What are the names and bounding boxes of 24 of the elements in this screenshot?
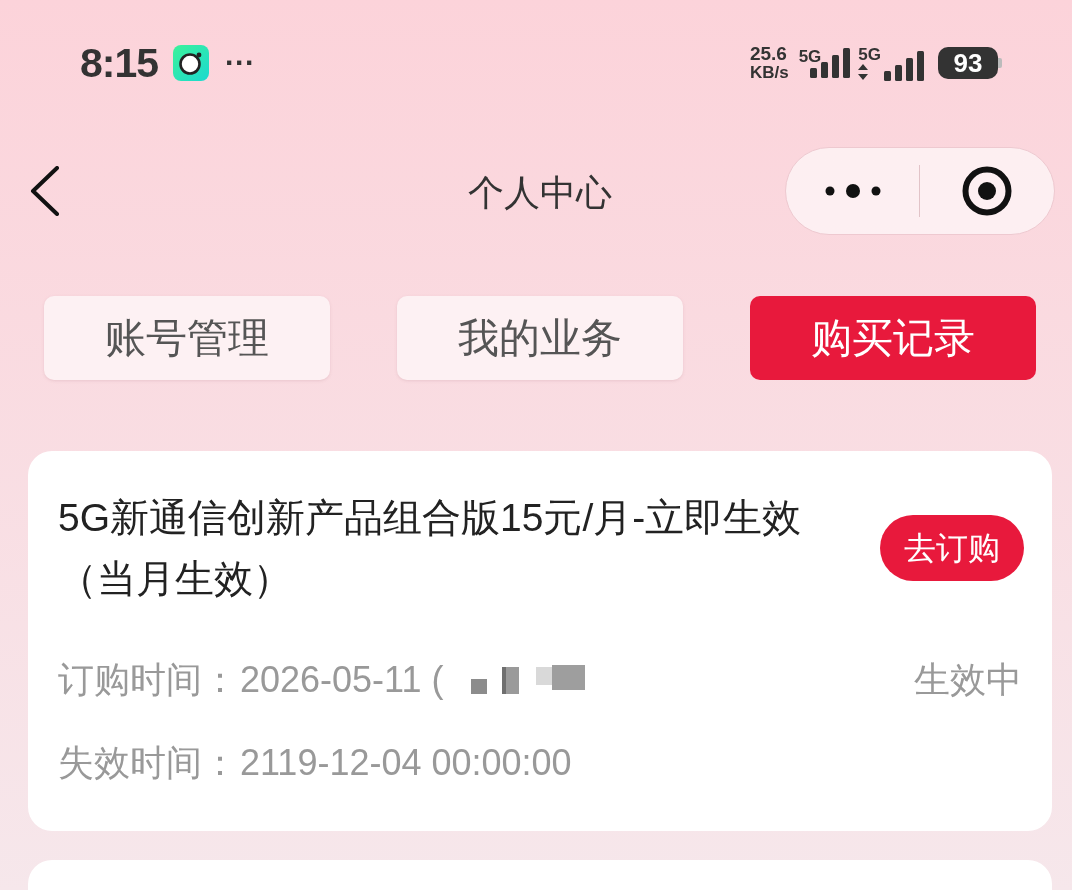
product-title: 5G新通信创新产品组合版15元/月-立即生效（当月生效） xyxy=(58,495,803,602)
more-icon xyxy=(824,184,881,198)
status-time: 8:15 xyxy=(80,42,158,84)
field-value: 2026-05-11 ( xyxy=(240,662,444,698)
tab[interactable]: 我的业务 xyxy=(397,296,683,380)
field-label: 失效时间： xyxy=(58,745,238,781)
tab[interactable]: 账号管理 xyxy=(44,296,330,380)
target-icon xyxy=(962,166,1012,216)
more-notifications: ··· xyxy=(224,48,255,78)
network-type: 5G xyxy=(858,45,881,64)
order-button[interactable]: 去订购 xyxy=(880,515,1024,581)
battery-indicator: 93 xyxy=(938,47,1002,79)
field-label: 订购时间： xyxy=(58,662,238,698)
field-value: 2119-12-04 00:00:00 xyxy=(240,745,572,781)
status-label: 生效中 xyxy=(914,662,1022,698)
signal-icon xyxy=(884,50,924,81)
tab[interactable]: 购买记录 xyxy=(750,296,1036,380)
network-type: 5G xyxy=(798,48,822,66)
back-button[interactable] xyxy=(28,165,62,217)
app-icon xyxy=(172,45,209,81)
page-title: 个人中心 xyxy=(467,175,613,211)
speed-unit: KB/s xyxy=(749,64,789,82)
back-icon xyxy=(30,166,60,216)
network-speed: 25.6 xyxy=(749,44,787,64)
